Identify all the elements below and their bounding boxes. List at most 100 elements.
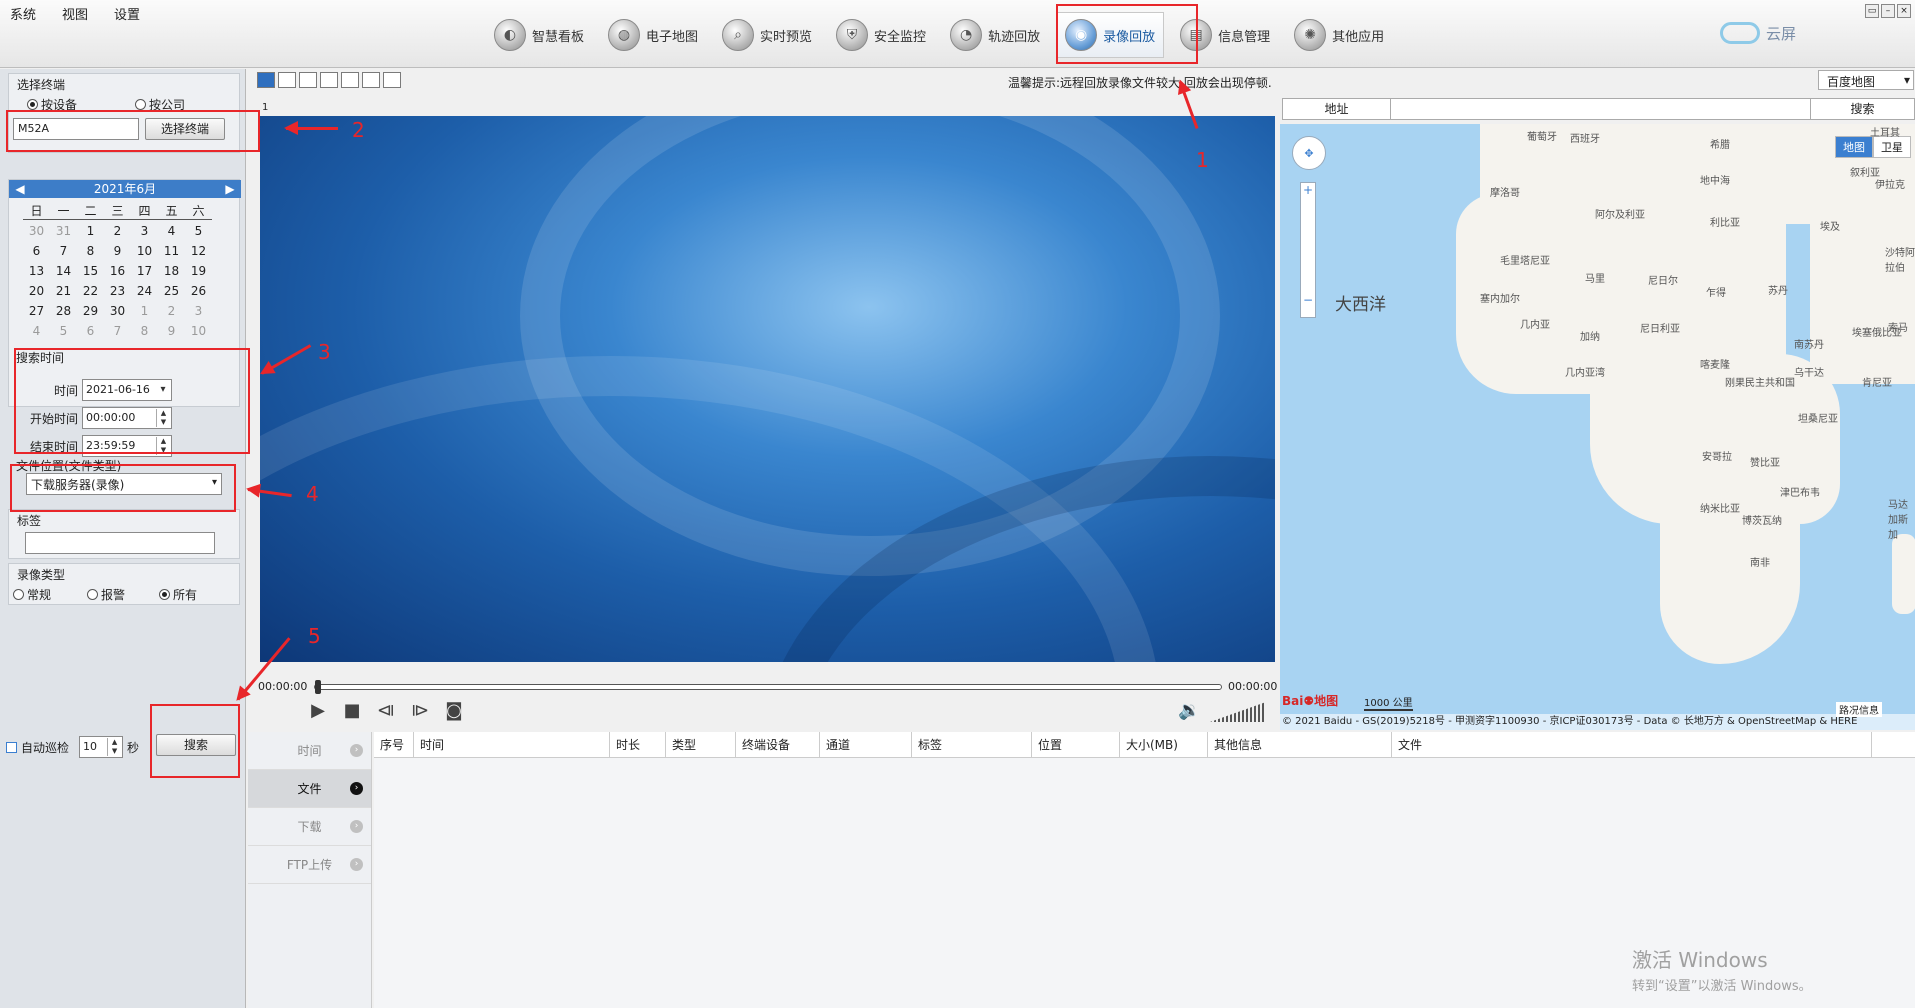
column-header[interactable]: 类型	[666, 732, 736, 757]
calendar-day[interactable]: 5	[50, 322, 77, 340]
auto-patrol-interval[interactable]: 10 ▲ ▼	[79, 736, 124, 758]
calendar-day[interactable]: 2	[158, 302, 185, 320]
calendar-day[interactable]: 7	[50, 242, 77, 260]
pan-control-icon[interactable]: ✥	[1292, 136, 1326, 170]
spinner-icon[interactable]: ▲ ▼	[107, 738, 121, 756]
search-button[interactable]: 搜索	[156, 734, 236, 756]
calendar-day[interactable]: 6	[23, 242, 50, 260]
restore-icon[interactable]: ▭	[1865, 4, 1879, 18]
column-header[interactable]: 大小(MB)	[1120, 732, 1208, 757]
calendar-day[interactable]: 4	[158, 222, 185, 240]
column-header[interactable]: 序号	[374, 732, 414, 757]
layout-8-icon[interactable]	[341, 72, 359, 88]
nav-item[interactable]: ⛨ 安全监控	[828, 12, 934, 58]
tag-input[interactable]	[25, 532, 215, 554]
zoom-slider[interactable]: + −	[1300, 182, 1316, 318]
nav-item[interactable]: ◍ 电子地图	[600, 12, 706, 58]
calendar-day[interactable]: 3	[185, 302, 212, 320]
calendar-day[interactable]: 27	[23, 302, 50, 320]
calendar-day[interactable]: 23	[104, 282, 131, 300]
snapshot-icon[interactable]: ◙	[442, 698, 466, 722]
auto-patrol-checkbox[interactable]	[6, 741, 17, 753]
nav-item[interactable]: ◐ 智慧看板	[486, 12, 592, 58]
fast-icon[interactable]: ⧐	[408, 698, 432, 722]
layout-2-icon[interactable]	[278, 72, 296, 88]
column-header[interactable]: 标签	[912, 732, 1032, 757]
zoom-out-icon[interactable]: −	[1301, 293, 1315, 307]
nav-item[interactable]: ▤ 信息管理	[1172, 12, 1278, 58]
calendar-day[interactable]: 10	[185, 322, 212, 340]
column-header[interactable]: 其他信息	[1208, 732, 1392, 757]
stop-icon[interactable]: ■	[340, 698, 364, 722]
tab-2[interactable]: 下载 ›	[248, 808, 371, 846]
file-location-select[interactable]: 下载服务器(录像) ▾	[26, 473, 222, 495]
spinner-icon[interactable]: ▲ ▼	[156, 409, 170, 427]
calendar-day[interactable]: 30	[23, 222, 50, 240]
tab-0[interactable]: 时间 ›	[248, 732, 371, 770]
column-header[interactable]: 时长	[610, 732, 666, 757]
calendar-day[interactable]: 21	[50, 282, 77, 300]
zoom-in-icon[interactable]: +	[1301, 183, 1315, 197]
column-header[interactable]: 通道	[820, 732, 912, 757]
calendar-day[interactable]: 16	[104, 262, 131, 280]
calendar-day[interactable]: 6	[77, 322, 104, 340]
calendar-day[interactable]: 31	[50, 222, 77, 240]
prev-month-icon[interactable]: ◀	[13, 180, 27, 198]
nav-item[interactable]: ⌕ 实时预览	[714, 12, 820, 58]
menu-view[interactable]: 视图	[62, 4, 88, 23]
start-time-field[interactable]: 00:00:00 ▲ ▼	[82, 407, 172, 429]
calendar-day[interactable]: 29	[77, 302, 104, 320]
map-type-map[interactable]: 地图	[1835, 136, 1873, 158]
spinner-icon[interactable]: ▲ ▼	[156, 437, 170, 455]
by-company-radio[interactable]: 按公司	[135, 96, 185, 113]
map-provider-select[interactable]: 百度地图 ▾	[1818, 70, 1914, 90]
column-header[interactable]: 终端设备	[736, 732, 820, 757]
close-icon[interactable]: ×	[1897, 4, 1911, 18]
map-view[interactable]: 大西洋 ✥ + − 地图 卫星 葡萄牙 西班牙 土耳其 摩洛哥 阿尔及利亚 利比亚 埃及 希腊…	[1280, 124, 1915, 730]
column-header[interactable]: 文件	[1392, 732, 1872, 757]
calendar-day[interactable]: 9	[158, 322, 185, 340]
calendar-day[interactable]: 3	[131, 222, 158, 240]
calendar-day[interactable]: 14	[50, 262, 77, 280]
calendar-day[interactable]: 5	[185, 222, 212, 240]
chevron-down-icon[interactable]: ▾	[156, 381, 170, 399]
layout-4-icon[interactable]	[299, 72, 317, 88]
record-type-normal-radio[interactable]: 常规	[13, 586, 51, 603]
record-type-all-radio[interactable]: 所有	[159, 586, 197, 603]
device-input[interactable]: M52A	[13, 118, 139, 140]
calendar-day[interactable]: 13	[23, 262, 50, 280]
volume-icon[interactable]: 🔉	[1178, 700, 1200, 721]
calendar-day[interactable]: 1	[77, 222, 104, 240]
calendar-day[interactable]: 1	[131, 302, 158, 320]
calendar-day[interactable]: 2	[104, 222, 131, 240]
calendar-day[interactable]: 22	[77, 282, 104, 300]
address-input[interactable]	[1391, 99, 1810, 119]
calendar-day[interactable]: 15	[77, 262, 104, 280]
tab-3[interactable]: FTP上传 ›	[248, 846, 371, 884]
calendar-day[interactable]: 4	[23, 322, 50, 340]
minimize-icon[interactable]: –	[1881, 4, 1895, 18]
column-header[interactable]: 时间	[414, 732, 610, 757]
calendar-day[interactable]: 8	[131, 322, 158, 340]
layout-1-icon[interactable]	[257, 72, 275, 88]
calendar-day[interactable]: 28	[50, 302, 77, 320]
calendar-day[interactable]: 10	[131, 242, 158, 260]
map-type-satellite[interactable]: 卫星	[1873, 136, 1911, 158]
calendar-day[interactable]: 8	[77, 242, 104, 260]
play-icon[interactable]: ▶	[306, 698, 330, 722]
tab-1[interactable]: 文件 ›	[248, 770, 371, 808]
map-search-button[interactable]: 搜索	[1810, 99, 1914, 119]
nav-item[interactable]: ◉ 录像回放	[1056, 12, 1165, 58]
nav-item[interactable]: ✺ 其他应用	[1286, 12, 1392, 58]
calendar-day[interactable]: 24	[131, 282, 158, 300]
layout-9-icon[interactable]	[362, 72, 380, 88]
nav-item[interactable]: ◔ 轨迹回放	[942, 12, 1048, 58]
calendar-day[interactable]: 18	[158, 262, 185, 280]
calendar-day[interactable]: 26	[185, 282, 212, 300]
calendar-day[interactable]: 7	[104, 322, 131, 340]
calendar-day[interactable]: 30	[104, 302, 131, 320]
calendar-day[interactable]: 17	[131, 262, 158, 280]
calendar-day[interactable]: 11	[158, 242, 185, 260]
calendar-day[interactable]: 19	[185, 262, 212, 280]
column-header[interactable]: 位置	[1032, 732, 1120, 757]
